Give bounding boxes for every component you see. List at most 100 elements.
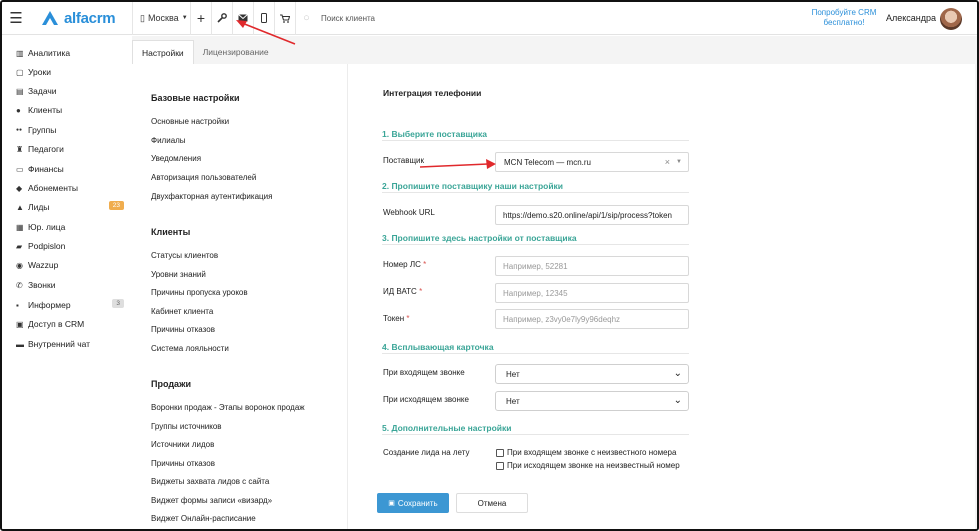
step-3-heading: 3. Пропишите здесь настройки от поставщи… <box>382 233 577 243</box>
incoming-select[interactable]: Нет ⌄ <box>495 364 689 384</box>
webhook-url-field[interactable]: https://demo.s20.online/api/1/sip/proces… <box>495 205 689 225</box>
sidebar: ▥ Аналитика ▢ Уроки ▤ Задачи ● Клиенты ●● Группы ♜… <box>2 36 132 529</box>
settings-link[interactable]: Причины пропуска уроков <box>151 288 248 297</box>
sidebar-item-label: Финансы <box>28 164 64 174</box>
money-icon: ▭ <box>16 164 24 174</box>
settings-section-title: Базовые настройки <box>151 93 240 103</box>
logo[interactable]: alfacrm <box>40 10 132 27</box>
settings-link[interactable]: Группы источников <box>151 422 222 431</box>
sidebar-item[interactable]: ▤ Задачи <box>16 84 124 98</box>
floppy-icon: ▣ <box>388 500 395 507</box>
sidebar-item-label: Wazzup <box>28 260 59 270</box>
whatsapp-icon: ◉ <box>16 260 23 270</box>
settings-link[interactable]: Система лояльности <box>151 344 229 353</box>
settings-link[interactable]: Кабинет клиента <box>151 307 213 316</box>
sidebar-item-label: Клиенты <box>28 105 63 115</box>
search-input[interactable]: Поиск клиента <box>321 14 375 23</box>
lock-icon: ▣ <box>16 319 24 329</box>
outgoing-unknown-checkbox[interactable]: При исходящем звонке на неизвестный номе… <box>496 461 680 470</box>
chevron-down-icon: ⌄ <box>673 395 682 406</box>
divider <box>382 434 689 435</box>
step-5-heading: 5. Дополнительные настройки <box>382 423 512 433</box>
vats-id-field[interactable]: Например, 12345 <box>495 283 689 303</box>
sidebar-item[interactable]: ◉ Wazzup <box>16 258 124 272</box>
webhook-label: Webhook URL <box>383 208 435 217</box>
settings-link[interactable]: Источники лидов <box>151 440 214 449</box>
sidebar-item-label: Абонементы <box>28 183 78 193</box>
sidebar-item[interactable]: ▢ Уроки <box>16 65 124 79</box>
step-1-heading: 1. Выберите поставщика <box>382 129 487 139</box>
sidebar-item[interactable]: ◆ Абонементы <box>16 181 124 195</box>
cancel-button[interactable]: Отмена <box>456 493 528 513</box>
app-window: ☰ alfacrm ▯ Москва ▼ + ○ Поиск клиента П… <box>0 0 979 531</box>
wrench-icon[interactable] <box>212 2 233 35</box>
settings-link[interactable]: Авторизация пользователей <box>151 173 256 182</box>
annotation-arrow-toolbar <box>236 20 296 45</box>
sidebar-item[interactable]: ▦ Юр. лица <box>16 220 124 234</box>
checkbox-box[interactable] <box>496 461 504 470</box>
sidebar-item[interactable]: ✆ Звонки <box>16 278 124 292</box>
document-icon: ▰ <box>16 241 23 251</box>
settings-link[interactable]: Филиалы <box>151 136 186 145</box>
settings-link[interactable]: Причины отказов <box>151 325 215 334</box>
save-button[interactable]: ▣ Сохранить <box>377 493 449 513</box>
city-selector[interactable]: ▯ Москва ▼ <box>133 2 190 35</box>
tasks-icon: ▤ <box>16 86 24 96</box>
provider-value: MCN Telecom — mcn.ru <box>504 157 591 167</box>
sidebar-item-label: Аналитика <box>28 48 71 58</box>
sidebar-item[interactable]: ▪ Информер 3 <box>16 298 124 312</box>
avatar[interactable] <box>940 8 962 30</box>
settings-link[interactable]: Воронки продаж - Этапы воронок продаж <box>151 403 305 412</box>
sidebar-item[interactable]: ●● Группы <box>16 123 124 137</box>
settings-section-title: Продажи <box>151 379 191 389</box>
outgoing-select[interactable]: Нет ⌄ <box>495 391 689 411</box>
city-label: Москва <box>147 13 179 23</box>
add-icon[interactable]: + <box>191 2 212 35</box>
settings-link[interactable]: Причины отказов <box>151 459 215 468</box>
sidebar-item[interactable]: ● Клиенты <box>16 103 124 117</box>
sidebar-item[interactable]: ▬ Внутренний чат <box>16 337 124 351</box>
incoming-unknown-checkbox[interactable]: При входящем звонке с неизвестного номер… <box>496 448 676 457</box>
sidebar-item-label: Доступ в CRM <box>28 319 85 329</box>
page-title: Интеграция телефонии <box>383 88 482 98</box>
menu-icon[interactable]: ☰ <box>2 2 30 35</box>
settings-link[interactable]: Основные настройки <box>151 117 229 126</box>
outgoing-value: Нет <box>506 396 520 406</box>
settings-link[interactable]: Двухфакторная аутентификация <box>151 192 272 201</box>
users-icon: ●● <box>16 127 23 133</box>
caret-down-icon: ▼ <box>181 15 188 21</box>
sidebar-item[interactable]: ♜ Педагоги <box>16 142 124 156</box>
leads-icon: ▲ <box>16 202 24 212</box>
chat-icon: ▬ <box>16 339 24 349</box>
step-4-heading: 4. Всплывающая карточка <box>382 342 494 352</box>
account-number-field[interactable]: Например, 52281 <box>495 256 689 276</box>
try-crm-link[interactable]: Попробуйте CRM бесплатно! <box>807 8 881 28</box>
sidebar-item-label: Группы <box>28 125 57 135</box>
incoming-label: При входящем звонке <box>383 368 465 377</box>
tab-settings[interactable]: Настройки <box>132 40 194 64</box>
building-icon: ▯ <box>140 12 145 23</box>
user-name[interactable]: Александра <box>886 13 936 23</box>
settings-link[interactable]: Статусы клиентов <box>151 251 218 260</box>
provider-select[interactable]: MCN Telecom — mcn.ru × ▼ <box>495 152 689 172</box>
sidebar-item-label: Педагоги <box>28 144 64 154</box>
checkbox-box[interactable] <box>496 448 504 457</box>
sidebar-item[interactable]: ▥ Аналитика <box>16 46 124 60</box>
settings-link[interactable]: Виджет формы записи «визард» <box>151 496 272 505</box>
count-badge: 3 <box>112 299 124 308</box>
settings-link[interactable]: Уведомления <box>151 154 201 163</box>
calendar-icon: ▢ <box>16 67 24 77</box>
logo-text: alfacrm <box>64 9 116 27</box>
informer-icon: ▪ <box>16 300 19 310</box>
clear-icon[interactable]: × <box>665 157 670 167</box>
sidebar-item[interactable]: ▲ Лиды 23 <box>16 200 124 214</box>
settings-link[interactable]: Уровни знаний <box>151 270 206 279</box>
sidebar-item[interactable]: ▭ Финансы <box>16 162 124 176</box>
settings-link[interactable]: Виджет Онлайн-расписание <box>151 514 256 523</box>
sidebar-item[interactable]: ▣ Доступ в CRM <box>16 317 124 331</box>
sidebar-item[interactable]: ▰ Podpislon <box>16 239 124 253</box>
caret-down-icon[interactable]: ▼ <box>676 159 682 165</box>
settings-link[interactable]: Виджеты захвата лидов с сайта <box>151 477 269 486</box>
chevron-down-icon: ⌄ <box>673 368 682 379</box>
token-field[interactable]: Например, z3vy0e7ly9y96deqhz <box>495 309 689 329</box>
